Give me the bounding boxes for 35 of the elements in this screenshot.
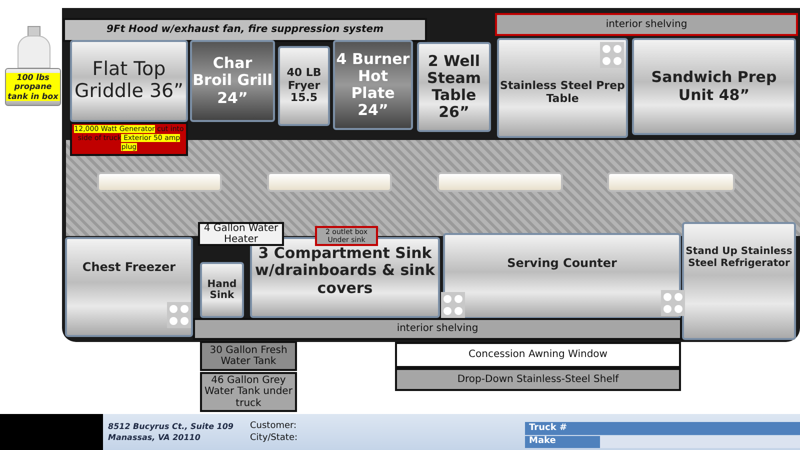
light-fixture-icon [437, 172, 563, 192]
propane-label: 100 lbs propane tank in box [5, 68, 61, 106]
light-fixture-icon [97, 172, 222, 192]
address-line: Manassas, VA 20110 [108, 432, 202, 443]
interior-shelving-label: interior shelving [495, 13, 798, 36]
drain-water-tank-label: 46 Gallon Grey Water Tank under truck [200, 372, 297, 412]
customer-field-label: City/State: [250, 432, 299, 444]
customer-field-label: Customer: [250, 420, 298, 432]
refrigerator: Stand Up Stainless Steel Refrigerator [682, 222, 796, 340]
address-line: 8512 Bucyrus Ct., Suite 109 [108, 421, 234, 432]
drop-down-shelf-label: Drop-Down Stainless-Steel Shelf [395, 368, 681, 391]
hand-sink: Hand Sink [200, 262, 244, 318]
sandwich-prep-unit: Sandwich Prep Unit 48” [632, 38, 796, 135]
griddle: Flat Top Griddle 36” [70, 40, 188, 122]
chest-freezer: Chest Freezer [65, 237, 193, 337]
table-header-cell: Make [525, 436, 600, 448]
grill: Char Broil Grill 24” [190, 40, 275, 122]
table-header-cell: Truck # [525, 422, 600, 434]
fresh-water-tank-label: 30 Gallon Fresh Water Tank [200, 341, 297, 371]
prep-table: Stainless Steel Prep Table [497, 38, 628, 138]
outlet-icon [600, 42, 624, 68]
hot-plate: 4 Burner Hot Plate 24” [333, 40, 413, 130]
awning-window-label: Concession Awning Window [395, 342, 681, 368]
water-heater-label: 4 Gallon Water Heater [198, 222, 284, 246]
hood-label: 9Ft Hood w/exhaust fan, fire suppression system [63, 18, 427, 42]
light-fixture-icon [607, 172, 735, 192]
steam-table: 2 Well Steam Table 26” [417, 42, 491, 132]
outlet-icon [167, 302, 191, 328]
serving-counter: Serving Counter [443, 233, 681, 319]
fryer: 40 LB Fryer 15.5 [278, 46, 330, 126]
outlet-icon [661, 290, 685, 316]
light-fixture-icon [267, 172, 392, 192]
propane-tank-icon [16, 26, 52, 68]
interior-shelving-label: interior shelving [193, 318, 682, 340]
outlet-icon [441, 292, 465, 318]
